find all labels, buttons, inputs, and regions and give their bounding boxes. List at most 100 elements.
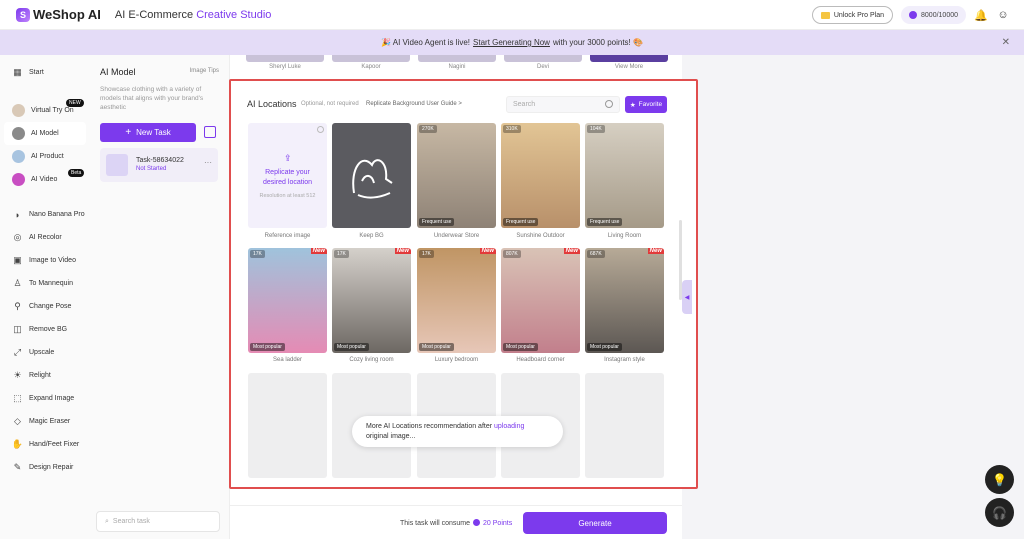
task-name: Task-58634022 [136,157,184,164]
location-card-sunshine-outdoor[interactable]: 310K Frequent use [501,123,580,228]
relight-icon: ☀ [13,370,22,380]
location-label: Living Room [607,233,642,239]
collapse-panel-tab[interactable]: ◀ [682,280,692,314]
new-tag: New [479,248,496,254]
sidebar-item-nano-banana-pro[interactable]: ◗ Nano Banana Pro [0,203,90,226]
sidebar-item-virtual-try-on[interactable]: Virtual Try On NEW [0,99,90,122]
weshop-logo[interactable]: S WeShop AI [16,7,101,22]
model-item[interactable]: Sheryl Luke [246,55,324,73]
task-card[interactable]: Task-58634022 Not Started ··· [100,148,218,182]
top-header: S WeShop AI AI E-Commerce Creative Studi… [0,0,1024,30]
location-card-instagram-style[interactable]: 687K New Most popular [585,248,664,353]
sidebar-item-start[interactable]: ▦ Start [0,61,90,84]
sidebar-item-ai-recolor[interactable]: ◎ AI Recolor [0,226,90,249]
uploading-link[interactable]: uploading [494,423,524,430]
replicate-guide-link[interactable]: Replicate Background User Guide > [366,101,462,107]
model-item[interactable]: Kapoor [332,55,410,73]
task-thumbnail [106,154,128,176]
locked-location-placeholder [248,373,327,478]
user-avatar-icon[interactable]: ☺ [996,9,1010,21]
sidebar-item-hand-feet-fixer[interactable]: ✋ Hand/Feet Fixer [0,433,90,456]
location-label: Luxury bedroom [434,357,479,363]
sidebar-item-remove-bg[interactable]: ◫ Remove BG [0,318,90,341]
sidebar-item-ai-product[interactable]: AI Product [0,145,90,168]
new-tag: New [563,248,580,254]
keep-bg-card[interactable] [332,123,411,228]
new-task-button[interactable]: + New Task [100,123,196,142]
location-card-living-room[interactable]: 104K Frequent use [585,123,664,228]
model-item[interactable]: Nagini [418,55,496,73]
sidebar-item-relight[interactable]: ☀ Relight [0,364,90,387]
new-tag: New [394,248,411,254]
sidebar-item-upscale[interactable]: ⤢ Upscale [0,341,90,364]
location-card-cozy-living-room[interactable]: 17K New Most popular [332,248,411,353]
pose-icon: ⚲ [14,301,21,311]
studio-title: AI E-Commerce Creative Studio [114,8,272,21]
logo-icon: S [16,7,30,22]
sidebar-item-change-pose[interactable]: ⚲ Change Pose [0,295,90,318]
new-tag: New [310,248,327,254]
generate-button[interactable]: Generate [523,512,667,534]
unlock-pro-button[interactable]: Unlock Pro Plan [811,6,894,24]
close-icon[interactable]: ✕ [1002,37,1010,48]
location-card-sea-ladder[interactable]: 17K New Most popular [248,248,327,353]
location-label: Cozy living room [349,357,394,363]
image-tips-link[interactable]: Image Tips [190,68,219,74]
model-icon [12,127,25,140]
sidebar-item-ai-model[interactable]: AI Model [4,122,86,145]
upload-hint-toast: More AI Locations recommendation after u… [352,416,563,447]
task-panel: AI Model Image Tips Showcase clothing wi… [90,55,230,539]
repair-icon: ✎ [13,462,22,472]
info-icon[interactable] [317,126,324,133]
location-photo [501,123,580,228]
panel-title: AI Model [100,67,136,77]
model-item[interactable]: Devi [504,55,582,73]
points-counter[interactable]: 8000/10000 [901,6,966,24]
sidebar-item-magic-eraser[interactable]: ◇ Magic Eraser [0,410,90,433]
sidebar-item-ai-video[interactable]: AI Video Beta [0,168,90,191]
points-coin-icon [909,11,918,19]
tryon-icon [12,104,25,117]
plus-icon: + [125,127,132,138]
location-card-luxury-bedroom[interactable]: 17K New Most popular [417,248,496,353]
sidebar-item-image-to-video[interactable]: ▣ Image to Video [0,249,90,272]
location-label: Underwear Store [433,233,480,239]
support-headset-icon[interactable]: 🎧 [985,498,1014,527]
reference-image-upload[interactable]: ⇪ Replicate your desired location Resolut… [248,123,327,228]
bell-icon[interactable]: 🔔 [974,9,988,22]
locations-optional-note: Optional, not required [301,101,359,107]
locations-title: AI Locations [247,99,297,109]
sidebar-item-design-repair[interactable]: ✎ Design Repair [0,456,90,479]
copy-icon[interactable] [204,126,216,138]
more-options-icon[interactable]: ··· [204,158,212,167]
video-icon [12,173,25,186]
start-generating-link[interactable]: Start Generating Now [473,38,550,47]
favorite-button[interactable]: ★ Favorite [625,96,667,113]
location-label: Instagram style [604,357,645,363]
location-search-input[interactable]: Search [506,96,620,113]
keep-bg-label: Keep BG [359,233,384,239]
search-icon: ⌕ [105,517,109,525]
location-photo [501,248,580,353]
locked-location-placeholder [585,373,664,478]
lightbulb-icon[interactable]: 💡 [985,465,1014,494]
location-card-underwear-store[interactable]: 270K Frequent use [417,123,496,228]
location-card-headboard-corner[interactable]: 807K New Most popular [501,248,580,353]
new-badge: NEW [66,99,84,107]
sidebar-item-expand-image[interactable]: ⬚ Expand Image [0,387,90,410]
task-status: Not Started [136,166,167,172]
location-photo [417,123,496,228]
remove-bg-icon: ◫ [13,324,22,334]
generate-footer: This task will consume 20 Points Generate [230,505,682,539]
keep-bg-icon [352,159,393,199]
location-photo [585,248,664,353]
location-label: Sea ladder [272,357,303,363]
star-icon: ★ [629,101,636,109]
upload-icon: ⇪ [284,153,292,163]
view-more-models[interactable]: View More [590,55,668,73]
left-sidebar: ▦ Start Virtual Try On NEW AI Model AI Pro… [0,55,90,539]
sidebar-item-to-mannequin[interactable]: ♙ To Mannequin [0,272,90,295]
recolor-icon: ◎ [13,232,22,242]
search-task-input[interactable]: ⌕ Search task [96,511,220,532]
location-photo [585,123,664,228]
